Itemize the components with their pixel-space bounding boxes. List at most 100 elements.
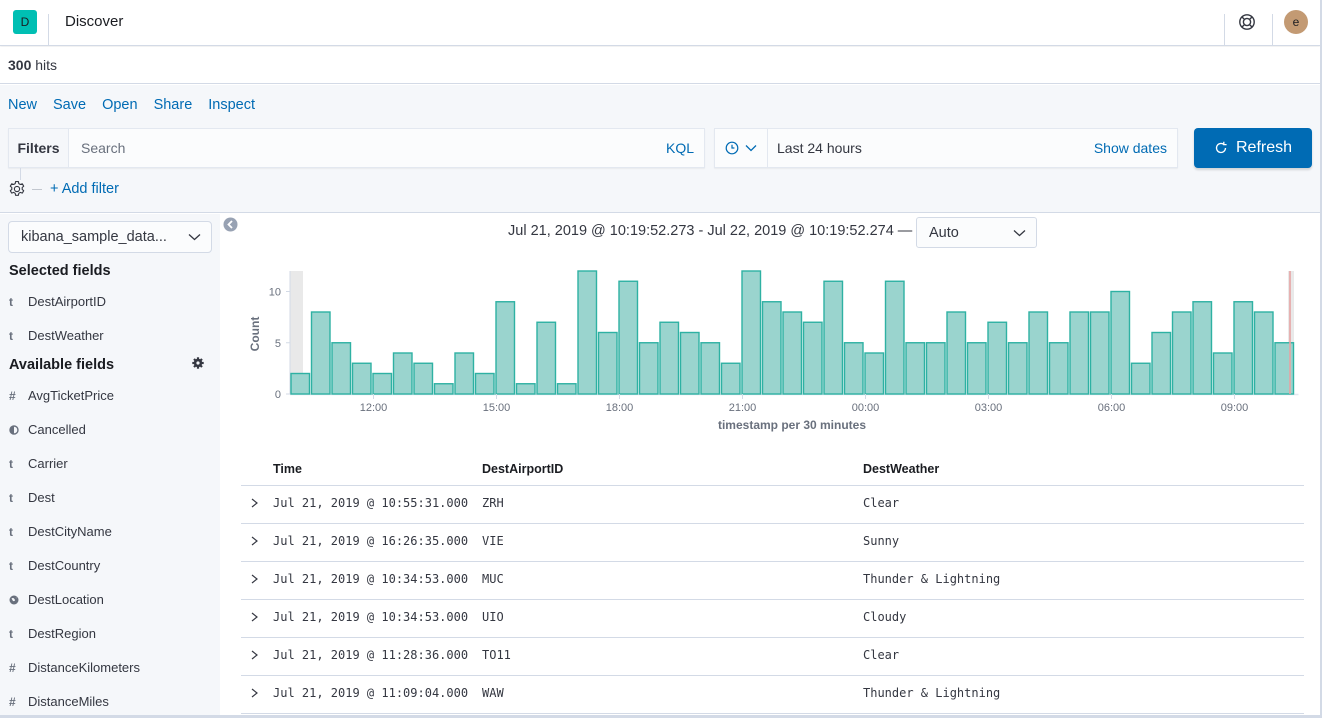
histogram-bar [905, 342, 926, 395]
field-sidebar: kibana_sample_data... Selected fields t … [0, 214, 220, 718]
menu-new[interactable]: New [8, 97, 37, 113]
y-tick-label: 5 [275, 338, 281, 350]
string-type-icon: t [9, 456, 13, 471]
histogram-bar [1028, 311, 1049, 395]
histogram-bar [1212, 352, 1233, 395]
index-pattern-select[interactable]: kibana_sample_data... [8, 221, 212, 253]
field-settings-gear-icon[interactable] [192, 357, 204, 369]
cell-destweather: Clear [863, 648, 900, 662]
available-field-item[interactable]: Cancelled [9, 422, 209, 437]
kql-toggle-button[interactable]: KQL [666, 140, 704, 156]
hits-number: 300 [8, 57, 32, 73]
histogram-bar [720, 362, 741, 395]
available-field-item[interactable]: t DestCountry [9, 558, 209, 573]
filter-settings-gear-icon[interactable] [8, 180, 26, 198]
show-dates-button[interactable]: Show dates [1094, 140, 1177, 156]
string-type-icon: t [9, 626, 13, 641]
available-field-item[interactable]: # DistanceMiles [9, 694, 209, 709]
available-field-item[interactable]: # AvgTicketPrice [9, 388, 209, 403]
help-lifebuoy-icon[interactable] [1238, 13, 1256, 31]
histogram-bar [290, 372, 311, 395]
available-field-item[interactable]: # DistanceKilometers [9, 660, 209, 675]
cell-destairportid: MUC [482, 572, 504, 586]
space-avatar[interactable]: D [13, 10, 37, 34]
table-header: Time DestAirportID DestWeather [241, 452, 1304, 486]
table-row: Jul 21, 2019 @ 10:55:31.000 ZRH Clear [241, 486, 1304, 524]
filter-connector-line [20, 168, 21, 180]
cell-destairportid: UIO [482, 610, 504, 624]
table-row: Jul 21, 2019 @ 16:26:35.000 VIE Sunny [241, 524, 1304, 562]
expand-row-chevron-icon[interactable] [249, 610, 261, 624]
histogram-bar [351, 362, 372, 395]
histogram-bar [761, 301, 782, 395]
menu-open[interactable]: Open [102, 97, 137, 113]
selected-field-item[interactable]: t DestWeather [9, 328, 209, 343]
cell-destweather: Thunder & Lightning [863, 686, 1001, 700]
x-tick-label: 21:00 [729, 402, 757, 414]
histogram-bar [536, 321, 557, 395]
y-tick-label: 0 [275, 389, 281, 401]
collapse-sidebar-icon[interactable] [223, 217, 238, 232]
column-header-destweather[interactable]: DestWeather [863, 462, 939, 476]
field-name: Cancelled [28, 422, 86, 437]
field-name: DestAirportID [28, 294, 107, 309]
string-type-icon: t [9, 328, 13, 343]
histogram-bar [495, 301, 516, 395]
menu-save[interactable]: Save [53, 97, 86, 113]
available-field-item[interactable]: DestLocation [9, 592, 209, 607]
available-field-item[interactable]: t DestCityName [9, 524, 209, 539]
column-header-time[interactable]: Time [273, 462, 302, 476]
y-axis-label: Count [248, 317, 262, 352]
histogram-bar [433, 383, 454, 395]
column-header-destairportid[interactable]: DestAirportID [482, 462, 563, 476]
string-type-icon: t [9, 524, 13, 539]
histogram-bar [802, 321, 823, 395]
quick-select-button[interactable] [715, 129, 768, 167]
hits-label: hits [31, 57, 58, 73]
histogram-bar [392, 352, 413, 395]
interval-select[interactable]: Auto [916, 217, 1037, 248]
cell-destairportid: ZRH [482, 496, 504, 510]
histogram-bar [700, 342, 721, 395]
available-field-item[interactable]: t DestRegion [9, 626, 209, 641]
histogram-chart[interactable]: Count timestamp per 30 minutes 0 5 10 12:00… [240, 262, 1310, 437]
cell-destweather: Thunder & Lightning [863, 572, 1001, 586]
selected-field-item[interactable]: t DestAirportID [9, 294, 209, 309]
histogram-bar [741, 270, 762, 395]
user-avatar[interactable]: e [1284, 10, 1308, 34]
menu-share[interactable]: Share [154, 97, 193, 113]
available-field-item[interactable]: t Carrier [9, 456, 209, 471]
string-type-icon: t [9, 558, 13, 573]
expand-row-chevron-icon[interactable] [249, 686, 261, 700]
number-type-icon: # [9, 694, 16, 709]
search-input[interactable] [69, 129, 666, 167]
cell-destairportid: VIE [482, 534, 504, 548]
table-row: Jul 21, 2019 @ 10:34:53.000 MUC Thunder & … [241, 562, 1304, 600]
histogram-bar [1089, 311, 1110, 395]
add-filter-button[interactable]: + Add filter [50, 181, 119, 197]
field-name: DestLocation [28, 592, 104, 607]
histogram-bar [1171, 311, 1192, 395]
histogram-bar [679, 331, 700, 395]
histogram-bar [843, 342, 864, 395]
expand-row-chevron-icon[interactable] [249, 648, 261, 662]
histogram-bar [884, 280, 905, 395]
cell-destweather: Cloudy [863, 610, 907, 624]
histogram-bar [1110, 290, 1131, 395]
date-range-value[interactable]: Last 24 hours [768, 140, 1094, 156]
field-name: DistanceKilometers [28, 660, 140, 675]
query-bar: Filters KQL [8, 128, 705, 168]
expand-row-chevron-icon[interactable] [249, 534, 261, 548]
cell-time: Jul 21, 2019 @ 11:28:36.000 [273, 648, 469, 662]
menu-inspect[interactable]: Inspect [208, 97, 255, 113]
available-field-item[interactable]: t Dest [9, 490, 209, 505]
field-name: DestWeather [28, 328, 104, 343]
histogram-bar [331, 342, 352, 395]
available-fields-title: Available fields [9, 357, 115, 373]
expand-row-chevron-icon[interactable] [249, 496, 261, 510]
expand-row-chevron-icon[interactable] [249, 572, 261, 586]
header-divider [1272, 14, 1273, 46]
x-tick-label: 00:00 [852, 402, 880, 414]
hits-bar: 300 hits [0, 47, 1320, 84]
refresh-button[interactable]: Refresh [1194, 128, 1312, 168]
